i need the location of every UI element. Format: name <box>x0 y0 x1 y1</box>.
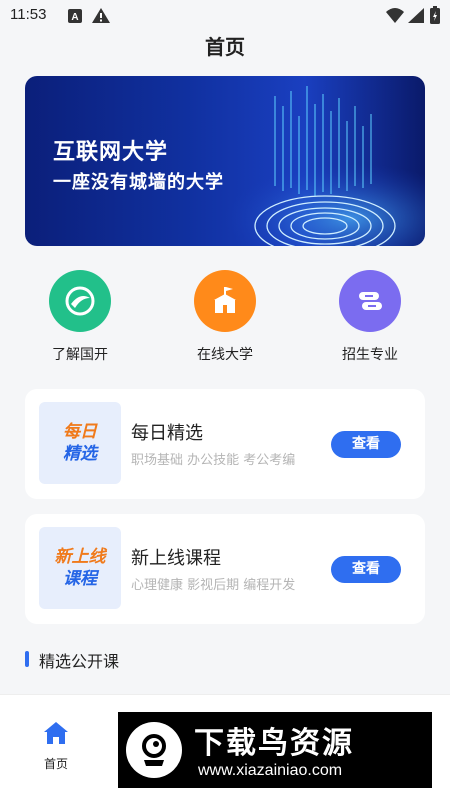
svg-text:A: A <box>71 12 78 23</box>
warning-icon <box>92 8 110 27</box>
entry-label: 招生专业 <box>342 347 398 363</box>
thumb-text-top: 新上线 <box>54 547 106 567</box>
card-thumbnail: 每日 精选 <box>39 402 121 484</box>
tab-home-label: 首页 <box>43 757 68 771</box>
notification-a-icon: A <box>68 8 82 27</box>
status-time: 11:53 <box>10 6 47 23</box>
thumb-text-bottom: 课程 <box>63 569 97 589</box>
cellular-signal-icon <box>408 8 424 27</box>
home-icon <box>43 722 69 749</box>
card-thumbnail: 新上线 课程 <box>39 527 121 609</box>
section-title: 精选公开课 <box>39 652 120 671</box>
watermark-title: 下载鸟资源 <box>194 726 354 761</box>
entry-admission-majors[interactable]: 招生专业 <box>315 270 425 364</box>
banner-subheadline: 一座没有城墙的大学 <box>53 172 224 193</box>
books-icon <box>339 270 401 332</box>
battery-icon <box>430 6 440 28</box>
card-daily-picks[interactable]: 每日 精选 每日精选 职场基础 办公技能 考公考编 查看 <box>25 389 425 499</box>
entry-online-university[interactable]: 在线大学 <box>170 270 280 364</box>
entry-label: 了解国开 <box>52 347 108 363</box>
view-button[interactable]: 查看 <box>331 431 401 458</box>
section-accent-bar <box>25 651 29 667</box>
watermark: 下载鸟资源 www.xiazainiao.com <box>118 712 432 788</box>
school-building-icon <box>194 270 256 332</box>
thumb-text-top: 每日 <box>63 422 97 442</box>
bird-logo-icon <box>126 722 182 778</box>
wifi-icon <box>386 8 404 27</box>
page-title: 首页 <box>205 35 245 59</box>
status-bar: 11:53 A <box>0 0 450 32</box>
view-button[interactable]: 查看 <box>331 556 401 583</box>
banner[interactable]: 互联网大学 一座没有城墙的大学 <box>25 76 425 246</box>
watermark-url: www.xiazainiao.com <box>198 762 343 779</box>
entry-label: 在线大学 <box>197 347 253 363</box>
card-new-courses[interactable]: 新上线 课程 新上线课程 心理健康 影视后期 编程开发 查看 <box>25 514 425 624</box>
card-title: 每日精选 <box>131 423 203 444</box>
card-subtitle: 职场基础 办公技能 考公考编 <box>131 453 296 468</box>
entry-about-ouc[interactable]: 了解国开 <box>25 270 135 364</box>
banner-headline: 互联网大学 <box>53 140 169 165</box>
tab-home[interactable]: 首页 <box>26 721 86 772</box>
thumb-text-bottom: 精选 <box>63 444 97 464</box>
leaf-globe-icon <box>49 270 111 332</box>
card-title: 新上线课程 <box>131 548 221 569</box>
card-subtitle: 心理健康 影视后期 编程开发 <box>131 578 296 593</box>
